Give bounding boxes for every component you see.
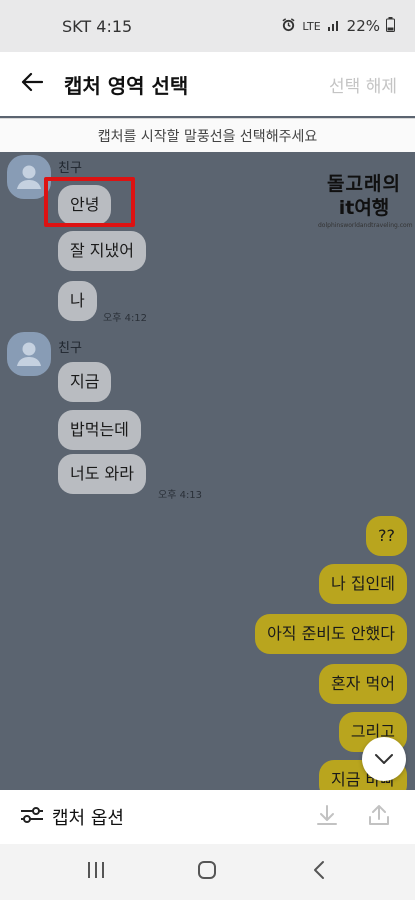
signal-icon bbox=[327, 17, 341, 35]
header: 캡처 영역 선택 선택 해제 bbox=[0, 52, 415, 116]
message-time: 오후 4:12 bbox=[103, 313, 148, 324]
capture-options-button[interactable]: 캡처 옵션 bbox=[20, 804, 301, 830]
capture-options-label: 캡처 옵션 bbox=[52, 808, 124, 829]
sender-name: 친구 bbox=[58, 161, 82, 176]
my-message-bubble[interactable]: 나 집인데 bbox=[319, 564, 407, 604]
my-message-bubble[interactable]: 아직 준비도 안했다 bbox=[255, 614, 407, 654]
download-icon bbox=[315, 803, 339, 831]
battery-level: 22% bbox=[346, 17, 380, 35]
back-nav-button[interactable] bbox=[289, 844, 349, 900]
instruction-text: 캡처를 시작할 말풍선을 선택해주세요 bbox=[0, 118, 415, 152]
download-button[interactable] bbox=[301, 790, 353, 844]
friend-avatar[interactable] bbox=[7, 332, 51, 376]
watermark-line1: 돌고래의 bbox=[327, 173, 401, 195]
sliders-icon bbox=[20, 805, 44, 829]
message-time: 오후 4:13 bbox=[158, 490, 203, 501]
home-icon bbox=[197, 860, 217, 884]
share-button[interactable] bbox=[353, 790, 405, 844]
arrow-left-icon bbox=[21, 72, 44, 96]
chevron-left-icon bbox=[313, 860, 325, 884]
message-bubble[interactable]: 너도 와라 bbox=[58, 454, 146, 494]
watermark-url: dolphinsworldandtraveling.com bbox=[318, 222, 413, 229]
deselect-button[interactable]: 선택 해제 bbox=[329, 72, 415, 97]
status-icons: LTE 22% bbox=[281, 16, 395, 36]
message-bubble[interactable]: 잘 지냈어 bbox=[58, 231, 146, 271]
message-bubble[interactable]: 밥먹는데 bbox=[58, 410, 141, 450]
bottom-toolbar: 캡처 옵션 bbox=[0, 790, 415, 844]
back-button[interactable] bbox=[0, 52, 64, 116]
chevron-down-icon bbox=[374, 750, 394, 769]
my-message-bubble[interactable]: ?? bbox=[366, 516, 407, 556]
message-bubble[interactable]: 나 bbox=[58, 281, 97, 321]
page-title: 캡처 영역 선택 bbox=[64, 73, 189, 98]
message-bubble[interactable]: 지금 bbox=[58, 362, 112, 402]
status-time: SKT 4:15 bbox=[62, 16, 133, 36]
sender-name: 친구 bbox=[58, 341, 82, 356]
system-navigation-bar bbox=[0, 844, 415, 900]
battery-icon bbox=[386, 16, 395, 36]
status-bar: SKT 4:15 LTE 22% bbox=[0, 0, 415, 52]
recent-apps-button[interactable] bbox=[66, 844, 126, 900]
my-message-bubble[interactable]: 혼자 먹어 bbox=[319, 664, 407, 704]
chat-area[interactable]: 돌고래의 it여행 dolphinsworldandtraveling.com … bbox=[0, 152, 415, 790]
selection-highlight bbox=[44, 177, 135, 227]
share-icon bbox=[367, 803, 391, 831]
home-button[interactable] bbox=[177, 844, 237, 900]
network-type: LTE bbox=[302, 19, 321, 33]
recent-apps-icon bbox=[86, 861, 106, 883]
scroll-down-button[interactable] bbox=[362, 737, 406, 781]
watermark-line2: it여행 bbox=[338, 197, 390, 219]
watermark-logo: 돌고래의 it여행 dolphinsworldandtraveling.com bbox=[318, 172, 413, 229]
alarm-icon bbox=[281, 17, 296, 36]
person-icon bbox=[17, 342, 41, 366]
